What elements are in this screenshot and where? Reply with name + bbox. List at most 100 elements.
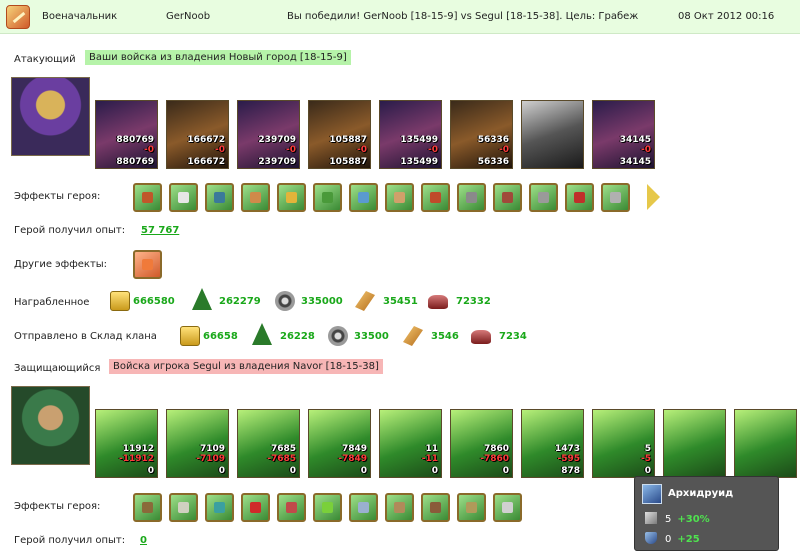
unit-start-count: 239709 xyxy=(258,135,296,145)
attacker-unit-1[interactable]: 880769 -0 880769 xyxy=(95,100,158,169)
clan-storage-label: Отправлено в Склад клана xyxy=(14,331,157,342)
unit-lost-count: -0 xyxy=(286,145,296,155)
sent-ore: 33500 xyxy=(354,331,389,342)
gold-icon xyxy=(110,291,130,311)
unit-start-count: 5 xyxy=(644,444,651,454)
attacker-unit-2[interactable]: 166672 -0 166672 xyxy=(166,100,229,169)
gold-icon xyxy=(180,326,200,346)
unit-start-count: 7849 xyxy=(341,444,367,454)
effect-armor-icon[interactable] xyxy=(493,183,522,212)
defender-unit-1[interactable]: 11912 -11912 0 xyxy=(95,409,158,478)
effect-armor-icon[interactable] xyxy=(133,493,162,522)
tooltip-attack-bonus: +30% xyxy=(677,514,710,525)
effect-shield-icon[interactable] xyxy=(205,183,234,212)
ore-icon xyxy=(275,291,295,311)
effect-chest-icon[interactable] xyxy=(133,183,162,212)
effect-hands-icon[interactable] xyxy=(385,183,414,212)
defender-unit-4[interactable]: 7849 -7849 0 xyxy=(308,409,371,478)
effect-wand-icon[interactable] xyxy=(205,493,234,522)
shield-icon xyxy=(645,532,657,544)
unit-lost-count: -7685 xyxy=(267,454,296,464)
unit-start-count: 105887 xyxy=(329,135,367,145)
effect-handshake-icon[interactable] xyxy=(241,183,270,212)
unit-lost-count: -0 xyxy=(215,145,225,155)
unit-end-count: 880769 xyxy=(116,157,154,167)
effect-necklace-icon[interactable] xyxy=(385,493,414,522)
tooltip-defense-bonus: +25 xyxy=(677,534,700,545)
effect-building-icon[interactable] xyxy=(421,183,450,212)
effect-ring-icon[interactable] xyxy=(457,493,486,522)
defender-origin-tag: Войска игрока Segul из владения Navor [1… xyxy=(109,359,383,374)
effect-heart-icon[interactable] xyxy=(241,493,270,522)
attacker-unit-7[interactable] xyxy=(521,100,584,169)
defender-unit-9[interactable] xyxy=(663,409,726,478)
unit-start-count: 880769 xyxy=(116,135,154,145)
unit-lost-count: -595 xyxy=(557,454,580,464)
gems-icon xyxy=(471,330,491,344)
unit-start-count: 1473 xyxy=(554,444,580,454)
attacker-effects-label: Эффекты героя: xyxy=(14,191,101,202)
effect-heart-shield-icon[interactable] xyxy=(277,493,306,522)
defender-label: Защищающийся xyxy=(14,363,101,374)
effect-sword-icon[interactable] xyxy=(313,183,342,212)
effect-dagger-icon[interactable] xyxy=(601,183,630,212)
effect-claws-icon[interactable] xyxy=(349,493,378,522)
unit-lost-count: -11 xyxy=(421,454,438,464)
tooltip-defense-row: 0 +25 xyxy=(645,532,700,545)
effects-scroll-right-icon[interactable] xyxy=(647,184,660,210)
unit-end-count: 56336 xyxy=(477,157,509,167)
attacker-unit-3[interactable]: 239709 -0 239709 xyxy=(237,100,300,169)
unit-end-count: 166672 xyxy=(187,157,225,167)
defender-unit-7[interactable]: 1473 -595 878 xyxy=(521,409,584,478)
druid-class-icon xyxy=(642,484,662,504)
unit-tooltip: Архидруид 5 +30% 0 +25 xyxy=(634,476,779,551)
unit-lost-count: -7109 xyxy=(196,454,225,464)
effect-ring-icon[interactable] xyxy=(529,183,558,212)
player-name[interactable]: GerNoob xyxy=(166,11,210,22)
unit-start-count: 135499 xyxy=(400,135,438,145)
effect-dice-icon[interactable] xyxy=(169,183,198,212)
effect-shield-buff-icon[interactable] xyxy=(133,250,162,279)
effect-skull-icon[interactable] xyxy=(169,493,198,522)
unit-lost-count: -0 xyxy=(641,145,651,155)
sword-icon xyxy=(645,512,657,524)
defender-unit-2[interactable]: 7109 -7109 0 xyxy=(166,409,229,478)
unit-end-count: 105887 xyxy=(329,157,367,167)
effect-scroll-icon[interactable] xyxy=(493,493,522,522)
report-title: Военачальник xyxy=(42,11,118,22)
sent-gold: 66658 xyxy=(203,331,238,342)
attacker-hero-portrait[interactable] xyxy=(11,77,90,156)
unit-end-count: 0 xyxy=(289,466,296,476)
unit-lost-count: -7860 xyxy=(480,454,509,464)
unit-lost-count: -0 xyxy=(499,145,509,155)
defender-unit-8[interactable]: 5 -5 0 xyxy=(592,409,655,478)
loot-label: Награбленное xyxy=(14,297,90,308)
effect-cage-icon[interactable] xyxy=(421,493,450,522)
defender-unit-10[interactable] xyxy=(734,409,797,478)
unit-end-count: 0 xyxy=(360,466,367,476)
effect-blade-icon[interactable] xyxy=(349,183,378,212)
tooltip-attack: 5 xyxy=(665,514,672,525)
effect-web-icon[interactable] xyxy=(457,183,486,212)
wood-icon xyxy=(252,323,272,345)
attacker-exp-value[interactable]: 57 767 xyxy=(141,225,179,236)
defender-unit-3[interactable]: 7685 -7685 0 xyxy=(237,409,300,478)
defender-unit-5[interactable]: 11 -11 0 xyxy=(379,409,442,478)
attacker-unit-8[interactable]: 34145 -0 34145 xyxy=(592,100,655,169)
unit-end-count: 878 xyxy=(561,466,580,476)
sent-gems: 7234 xyxy=(499,331,527,342)
unit-start-count: 56336 xyxy=(477,135,509,145)
attacker-unit-4[interactable]: 105887 -0 105887 xyxy=(308,100,371,169)
other-effects-label: Другие эффекты: xyxy=(14,259,108,270)
defender-hero-portrait[interactable] xyxy=(11,386,90,465)
effect-potion-icon[interactable] xyxy=(313,493,342,522)
defender-exp-value[interactable]: 0 xyxy=(140,535,147,546)
attacker-unit-6[interactable]: 56336 -0 56336 xyxy=(450,100,513,169)
unit-lost-count: -7849 xyxy=(338,454,367,464)
sent-wood: 26228 xyxy=(280,331,315,342)
defender-unit-6[interactable]: 7860 -7860 0 xyxy=(450,409,513,478)
attacker-label: Атакующий xyxy=(14,54,76,65)
effect-axe-icon[interactable] xyxy=(565,183,594,212)
attacker-unit-5[interactable]: 135499 -0 135499 xyxy=(379,100,442,169)
effect-coins-icon[interactable] xyxy=(277,183,306,212)
